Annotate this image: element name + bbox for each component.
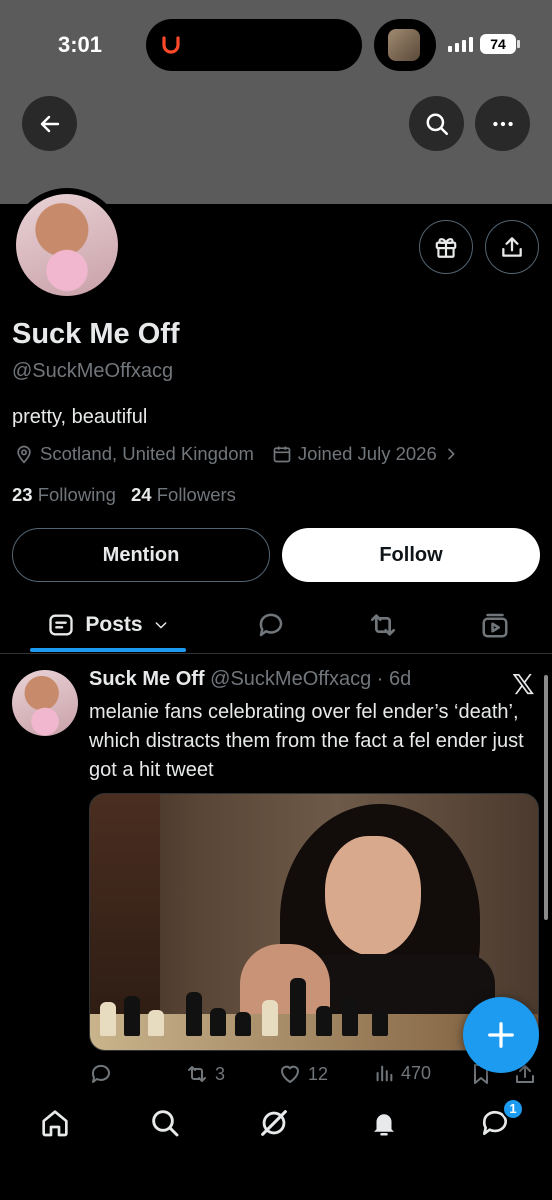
follow-button[interactable]: Follow	[282, 528, 540, 582]
chess-piece	[342, 998, 358, 1036]
tab-media[interactable]	[470, 596, 520, 654]
gift-button[interactable]	[419, 220, 473, 274]
joined-text: Joined July 2026	[297, 443, 437, 464]
retweet-icon	[188, 1066, 206, 1082]
following-link[interactable]: 23 Following	[12, 484, 116, 505]
active-tab-indicator	[30, 648, 186, 652]
tab-replies[interactable]	[246, 596, 296, 654]
x-logo-icon: 𝕏	[512, 668, 535, 701]
chess-piece	[290, 978, 306, 1036]
tweet-header: Suck Me Off @SuckMeOffxacg · 6d	[89, 668, 411, 691]
reposts-icon	[371, 614, 395, 636]
signal-icon	[448, 37, 473, 52]
back-arrow-icon	[40, 115, 59, 132]
joined-item[interactable]: Joined July 2026	[272, 443, 459, 465]
messages-badge: 1	[502, 1098, 524, 1120]
retweet-action[interactable]: 3	[185, 1062, 225, 1086]
profile-bio: pretty, beautiful	[12, 406, 148, 428]
chess-piece	[262, 1000, 278, 1036]
posts-icon	[49, 614, 74, 636]
more-button[interactable]	[475, 96, 530, 151]
scrollbar[interactable]	[544, 675, 548, 920]
mention-button[interactable]: Mention	[12, 528, 270, 582]
chess-piece	[210, 1008, 226, 1036]
tweet-text: melanie fans celebrating over fel ender’…	[89, 701, 524, 781]
share-icon	[502, 237, 522, 257]
tab-reposts[interactable]	[358, 596, 408, 654]
followers-label: Followers	[156, 484, 236, 505]
search-button[interactable]	[409, 96, 464, 151]
followers-link[interactable]: 24 Followers	[131, 484, 236, 505]
reply-icon	[91, 1064, 110, 1083]
chess-piece	[186, 992, 202, 1036]
bottom-nav	[0, 1090, 552, 1200]
location-item: Scotland, United Kingdom	[14, 443, 254, 465]
tweet-actions: 3 12 470	[89, 1062, 539, 1090]
tab-posts[interactable]: Posts	[30, 596, 186, 654]
profile-tabs: Posts	[0, 596, 552, 654]
nav-explore[interactable]	[140, 1098, 190, 1148]
reply-action[interactable]	[89, 1062, 119, 1086]
location-text: Scotland, United Kingdom	[40, 443, 254, 464]
app-activity-icon	[162, 36, 180, 54]
compose-button[interactable]	[463, 997, 539, 1073]
tab-posts-label: Posts	[85, 613, 143, 636]
following-count: 23	[12, 484, 33, 505]
activity-thumbnail	[388, 29, 420, 61]
chess-piece	[148, 1010, 164, 1036]
chevron-right-icon	[447, 448, 455, 460]
gift-icon	[435, 238, 457, 258]
like-action[interactable]: 12	[278, 1062, 328, 1086]
back-button[interactable]	[22, 96, 77, 151]
battery-tip	[517, 40, 520, 48]
battery-indicator: 74	[480, 34, 516, 54]
tweet-author-name[interactable]: Suck Me Off	[89, 668, 205, 690]
live-activity	[374, 19, 436, 71]
profile-meta: Scotland, United Kingdom Joined July 202…	[14, 443, 459, 465]
location-icon	[17, 445, 31, 464]
compose-plus-icon	[488, 1022, 514, 1048]
calendar-icon	[273, 446, 291, 463]
status-time: 3:01	[58, 32, 103, 57]
nav-home[interactable]	[30, 1098, 80, 1148]
profile-handle: @SuckMeOffxacg	[12, 360, 174, 382]
nav-notifications[interactable]	[359, 1098, 409, 1148]
views-action[interactable]: 470	[373, 1062, 431, 1084]
views-icon	[376, 1065, 393, 1082]
chess-piece	[316, 1006, 332, 1036]
share-profile-button[interactable]	[485, 220, 539, 274]
followers-count: 24	[131, 484, 152, 505]
follow-stats: 23 Following 24 Followers	[12, 484, 236, 506]
chess-piece	[235, 1012, 251, 1036]
notifications-icon	[374, 1114, 394, 1136]
image-face	[325, 836, 421, 956]
like-icon	[281, 1065, 299, 1083]
retweet-count: 3	[215, 1063, 226, 1084]
search-icon	[426, 113, 448, 135]
avatar[interactable]	[16, 194, 118, 296]
following-label: Following	[37, 484, 116, 505]
chess-piece	[124, 996, 140, 1036]
chess-piece	[372, 1010, 388, 1036]
tweet-avatar[interactable]	[12, 670, 78, 736]
media-icon	[482, 613, 508, 638]
home-icon	[42, 1110, 68, 1137]
dynamic-island	[146, 19, 362, 71]
nav-grok[interactable]	[249, 1098, 299, 1148]
chevron-down-icon	[155, 622, 166, 629]
chess-piece	[100, 1002, 116, 1036]
replies-icon	[259, 613, 283, 637]
tweet-handle-time: @SuckMeOffxacg · 6d	[210, 668, 412, 690]
views-count: 470	[401, 1062, 432, 1083]
explore-icon	[152, 1110, 179, 1137]
more-icon	[492, 121, 513, 126]
like-count: 12	[308, 1063, 329, 1084]
grok-icon	[261, 1110, 287, 1136]
display-name: Suck Me Off	[12, 318, 180, 350]
profile-avatar-ring[interactable]	[10, 188, 124, 302]
